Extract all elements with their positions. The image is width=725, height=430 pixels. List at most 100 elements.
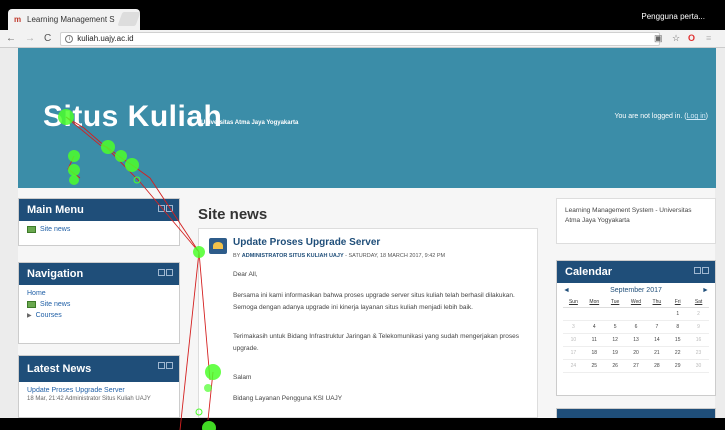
bottom-bar — [0, 418, 725, 430]
news-icon — [27, 226, 36, 233]
post-paragraph-1: Bersama ini kami informasikan bahwa pros… — [233, 292, 515, 311]
block-controls[interactable] — [158, 205, 173, 212]
nav-site-news-label[interactable]: Site news — [40, 301, 70, 308]
post-greeting: Dear All, — [233, 271, 258, 278]
navigation-title: Navigation — [27, 268, 84, 280]
tab-title: Learning Management S — [27, 15, 115, 24]
navigation-block: Navigation Home Site news ▶ Courses — [18, 262, 180, 344]
nav-site-news[interactable]: Site news — [27, 301, 171, 308]
page-right-margin — [715, 48, 725, 418]
collapse-icon[interactable] — [166, 362, 173, 369]
calendar-day: 11 — [583, 334, 605, 347]
calendar-day: 17 — [563, 347, 584, 360]
opera-icon[interactable]: O — [688, 33, 695, 43]
forum-post: Update Proses Upgrade Server BY ADMINIST… — [198, 228, 538, 418]
reload-icon[interactable]: C — [44, 33, 51, 44]
post-meta: BY ADMINISTRATOR SITUS KULIAH UAJY - SAT… — [233, 253, 445, 259]
calendar-nav: ◄ September 2017 ► — [563, 287, 709, 294]
login-link[interactable]: Log in — [687, 113, 706, 120]
dock-icon[interactable] — [158, 205, 165, 212]
calendar-day: 13 — [625, 334, 647, 347]
collapse-icon[interactable] — [166, 205, 173, 212]
calendar-day: 23 — [688, 347, 709, 360]
calendar-header: Calendar — [557, 261, 715, 283]
calendar-day: 19 — [604, 347, 626, 360]
post-author-link[interactable]: ADMINISTRATOR SITUS KULIAH UAJY — [242, 253, 344, 259]
site-header: Situs Kuliah Universitas Atma Jaya Yogya… — [18, 48, 716, 188]
post-signature: Bidang Layanan Pengguna KSI UAJY — [233, 395, 343, 403]
post-closing: Salam — [233, 373, 252, 381]
site-description-box: Learning Management System - Universitas… — [556, 198, 716, 244]
navigation-header: Navigation — [19, 263, 179, 285]
screenshot-root: m Learning Management S × Pengguna perta… — [0, 0, 725, 430]
calendar-day: 2 — [688, 308, 709, 321]
calendar-day: 7 — [646, 321, 668, 334]
calendar-day: 5 — [604, 321, 626, 334]
calendar-day: 28 — [646, 360, 668, 373]
calendar-grid: Sun Mon Tue Wed Thu Fri Sat 1 2 3 4 5 6 … — [563, 297, 709, 373]
login-text: You are not logged in. ( — [614, 113, 687, 120]
calendar-day — [583, 308, 605, 321]
translate-icon[interactable]: ▣ — [654, 33, 663, 44]
nav-courses-label[interactable]: Courses — [36, 312, 62, 319]
nav-home[interactable]: Home — [27, 290, 171, 297]
calendar-dow: Fri — [667, 297, 689, 308]
menu-icon[interactable]: ≡ — [706, 33, 711, 43]
dock-icon[interactable] — [694, 267, 701, 274]
calendar-dow: Thu — [646, 297, 668, 308]
main-menu-item-site-news[interactable]: Site news — [27, 226, 171, 233]
calendar-next-icon[interactable]: ► — [702, 287, 709, 294]
calendar-day: 6 — [625, 321, 647, 334]
calendar-dow: Tue — [604, 297, 626, 308]
main-menu-title: Main Menu — [27, 204, 84, 216]
calendar-day — [604, 308, 626, 321]
site-subtitle: Universitas Atma Jaya Yogyakarta — [201, 120, 299, 126]
info-icon[interactable]: i — [65, 34, 74, 43]
calendar-day: 26 — [604, 360, 626, 373]
calendar-prev-icon[interactable]: ◄ — [563, 287, 570, 294]
calendar-month[interactable]: September 2017 — [610, 287, 662, 294]
site-title[interactable]: Situs Kuliah — [43, 100, 222, 134]
page-left-margin — [0, 48, 18, 418]
address-bar[interactable]: i kuliah.uajy.ac.id — [60, 31, 661, 46]
bookmark-star-icon[interactable]: ☆ — [672, 33, 680, 44]
calendar-day: 10 — [563, 334, 584, 347]
calendar-day: 29 — [667, 360, 689, 373]
main-menu-item-label[interactable]: Site news — [40, 226, 70, 233]
nav-courses[interactable]: ▶ Courses — [27, 312, 171, 319]
post-body: Dear All, Bersama ini kami informasikan … — [233, 269, 529, 415]
calendar-day — [625, 308, 647, 321]
calendar-dow: Sat — [688, 297, 709, 308]
calendar-day: 14 — [646, 334, 668, 347]
web-page: Situs Kuliah Universitas Atma Jaya Yogya… — [0, 48, 725, 419]
expand-arrow-icon[interactable]: ▶ — [27, 312, 32, 319]
calendar-day: 15 — [667, 334, 689, 347]
block-controls[interactable] — [158, 362, 173, 369]
calendar-day: 21 — [646, 347, 668, 360]
block-controls[interactable] — [158, 269, 173, 276]
latest-news-item-meta: 18 Mar, 21:42 Administrator Situs Kuliah… — [27, 396, 151, 402]
calendar-dow: Mon — [583, 297, 605, 308]
collapse-icon[interactable] — [702, 267, 709, 274]
post-title[interactable]: Update Proses Upgrade Server — [233, 237, 380, 248]
calendar-day: 25 — [583, 360, 605, 373]
page-title: Site news — [198, 206, 268, 223]
dock-icon[interactable] — [158, 269, 165, 276]
post-date: - SATURDAY, 18 MARCH 2017, 9:42 PM — [343, 253, 446, 259]
main-menu-block: Main Menu Site news — [18, 198, 180, 246]
back-icon[interactable]: ← — [6, 33, 16, 44]
collapse-icon[interactable] — [166, 269, 173, 276]
forward-icon[interactable]: → — [25, 33, 35, 44]
latest-news-block: Latest News Update Proses Upgrade Server… — [18, 355, 180, 418]
moodle-favicon-icon: m — [14, 15, 22, 24]
dock-icon[interactable] — [158, 362, 165, 369]
calendar-dow: Sun — [563, 297, 584, 308]
calendar-day: 27 — [625, 360, 647, 373]
news-icon — [27, 301, 36, 308]
calendar-title: Calendar — [565, 266, 613, 278]
url-text: kuliah.uajy.ac.id — [77, 34, 134, 43]
calendar-day — [563, 308, 584, 321]
latest-news-item-title[interactable]: Update Proses Upgrade Server — [27, 387, 171, 394]
browser-user-label[interactable]: Pengguna perta... — [641, 12, 705, 21]
block-controls[interactable] — [694, 267, 709, 274]
